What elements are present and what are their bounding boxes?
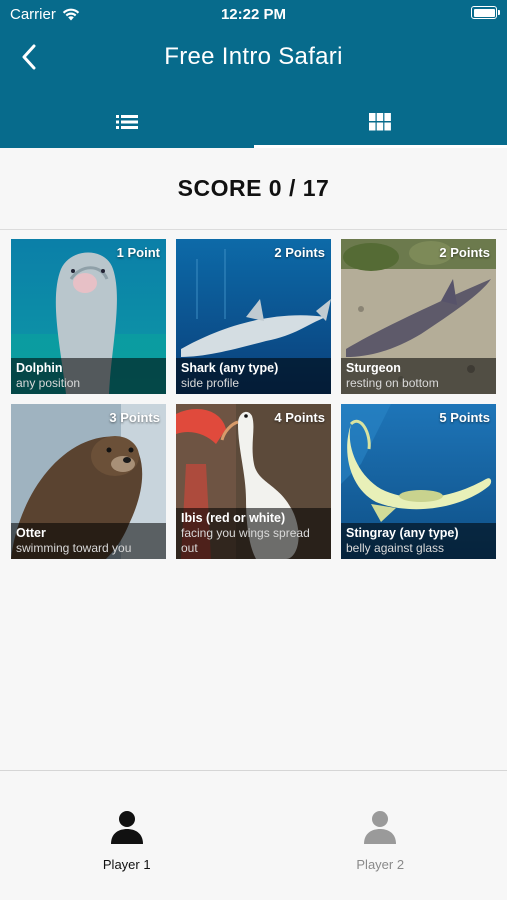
animal-name: Dolphin xyxy=(16,361,63,375)
page-title: Free Intro Safari xyxy=(164,43,343,70)
points-badge: 2 Points xyxy=(439,245,490,260)
battery-icon xyxy=(471,6,500,19)
animal-card-dolphin[interactable]: 1 Point Dolphin any position xyxy=(11,239,166,394)
animal-name: Ibis (red or white) xyxy=(181,511,286,525)
list-icon xyxy=(115,115,138,129)
card-caption: Ibis (red or white) facing you wings spr… xyxy=(176,508,331,559)
card-caption: Shark (any type) side profile xyxy=(176,358,331,394)
nav-bar: Free Intro Safari xyxy=(0,34,507,80)
animal-requirement: any position xyxy=(16,376,81,390)
points-badge: 3 Points xyxy=(109,410,160,425)
player-tab-bar: Player 1 Player 2 xyxy=(0,770,507,900)
grid-icon xyxy=(369,113,392,131)
animal-card-stingray[interactable]: 5 Points Stingray (any type) belly again… xyxy=(341,404,496,559)
points-badge: 4 Points xyxy=(274,410,325,425)
animal-card-shark[interactable]: 2 Points Shark (any type) side profile xyxy=(176,239,331,394)
animal-requirement: resting on bottom xyxy=(346,376,439,390)
view-tabs xyxy=(0,96,507,148)
person-icon xyxy=(110,811,143,844)
points-badge: 1 Point xyxy=(116,245,160,260)
animal-name: Stingray (any type) xyxy=(346,526,459,540)
animal-card-ibis[interactable]: 4 Points Ibis (red or white) facing you … xyxy=(176,404,331,559)
card-caption: Sturgeon resting on bottom xyxy=(341,358,496,394)
animal-requirement: facing you wings spread out xyxy=(181,526,310,555)
animal-grid: 1 Point Dolphin any position 2 Points Sh… xyxy=(11,239,497,559)
animal-requirement: swimming toward you xyxy=(16,541,132,555)
tab-list-view[interactable] xyxy=(0,96,254,148)
points-badge: 5 Points xyxy=(439,410,490,425)
app-header: Carrier 12:22 PM Free Intro Safari xyxy=(0,0,507,148)
player-2-label: Player 2 xyxy=(356,857,405,872)
animal-card-sturgeon[interactable]: 2 Points Sturgeon resting on bottom xyxy=(341,239,496,394)
player-1-label: Player 1 xyxy=(102,857,151,872)
player-1-tab[interactable]: Player 1 xyxy=(0,771,254,900)
card-caption: Dolphin any position xyxy=(11,358,166,394)
animal-name: Shark (any type) xyxy=(181,361,279,375)
animal-card-otter[interactable]: 3 Points Otter swimming toward you xyxy=(11,404,166,559)
animal-requirement: belly against glass xyxy=(346,541,445,555)
animal-name: Otter xyxy=(16,526,46,540)
person-icon xyxy=(364,811,397,844)
score-display: SCORE 0 / 17 xyxy=(0,148,507,230)
status-time: 12:22 PM xyxy=(220,6,287,23)
player-2-tab[interactable]: Player 2 xyxy=(254,771,507,900)
animal-name: Sturgeon xyxy=(346,361,401,375)
points-badge: 2 Points xyxy=(274,245,325,260)
status-bar: Carrier 12:22 PM xyxy=(0,0,507,30)
card-caption: Stingray (any type) belly against glass xyxy=(341,523,496,559)
animal-requirement: side profile xyxy=(181,376,240,390)
tab-grid-view[interactable] xyxy=(253,96,507,148)
card-caption: Otter swimming toward you xyxy=(11,523,166,559)
